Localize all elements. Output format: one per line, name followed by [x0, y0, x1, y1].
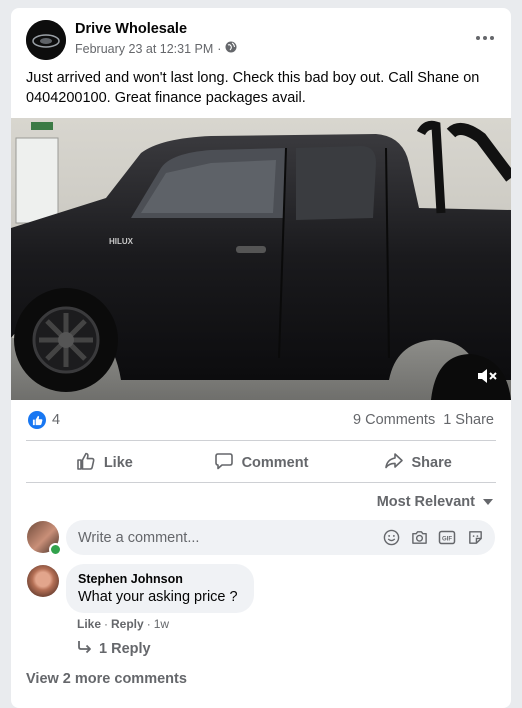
- engagement-counts: 9 Comments 1 Share: [353, 412, 494, 428]
- comment-composer: GIF: [66, 520, 495, 555]
- replies-count: 1 Reply: [99, 641, 151, 657]
- comment-sort-dropdown[interactable]: Most Relevant: [377, 494, 493, 510]
- sticker-icon[interactable]: [465, 528, 485, 548]
- page-avatar[interactable]: [26, 20, 66, 60]
- camera-icon[interactable]: [409, 528, 429, 548]
- gif-icon[interactable]: GIF: [437, 528, 457, 548]
- comment-text: What your asking price ?: [78, 589, 238, 605]
- caret-down-icon: [483, 499, 493, 505]
- page-name[interactable]: Drive Wholesale: [75, 21, 187, 37]
- comment-button[interactable]: Comment: [183, 446, 340, 480]
- comments-count[interactable]: 9 Comments: [353, 412, 435, 428]
- share-icon: [384, 451, 404, 475]
- post-card: Drive Wholesale February 23 at 12:31 PM …: [11, 8, 511, 708]
- comment-like-link[interactable]: Like: [77, 617, 101, 631]
- like-label: Like: [103, 455, 133, 471]
- globe-icon: [225, 41, 237, 56]
- post-timestamp[interactable]: February 23 at 12:31 PM: [75, 42, 213, 56]
- shares-count[interactable]: 1 Share: [443, 412, 494, 428]
- emoji-icon[interactable]: [381, 528, 401, 548]
- more-options-icon[interactable]: [473, 26, 497, 50]
- photo-badge: HILUX: [109, 237, 134, 246]
- comment-reply-link[interactable]: Reply: [111, 617, 144, 631]
- commenter-avatar[interactable]: [27, 565, 59, 597]
- post-text: Just arrived and won't last long. Check …: [26, 70, 480, 106]
- svg-text:GIF: GIF: [442, 537, 452, 543]
- like-button[interactable]: Like: [26, 446, 183, 480]
- comment-input[interactable]: [66, 529, 381, 546]
- like-reaction-icon: [28, 411, 46, 429]
- reaction-count: 4: [52, 412, 61, 428]
- thumbs-up-icon: [76, 451, 96, 475]
- divider: [26, 482, 496, 483]
- view-replies-link[interactable]: 1 Reply: [77, 640, 151, 658]
- reactions-summary[interactable]: 4: [28, 411, 60, 429]
- sort-label: Most Relevant: [376, 494, 475, 510]
- view-more-comments-link[interactable]: View 2 more comments: [26, 671, 187, 687]
- post-photo[interactable]: HILUX: [11, 118, 511, 400]
- comment-icon: [214, 451, 234, 475]
- composer-tools: GIF: [381, 528, 495, 548]
- reply-arrow-icon: [77, 640, 93, 658]
- online-status-indicator: [49, 543, 62, 556]
- comment-bubble: Stephen Johnson What your asking price ?: [66, 564, 254, 613]
- divider: [26, 440, 496, 441]
- comment-age[interactable]: 1w: [154, 617, 169, 631]
- comment-actions: Like · Reply · 1w: [77, 617, 170, 631]
- comment-label: Comment: [241, 455, 309, 471]
- share-label: Share: [411, 455, 452, 471]
- meta-separator: ·: [217, 41, 222, 56]
- post-meta: February 23 at 12:31 PM ·: [75, 41, 237, 56]
- comment-author[interactable]: Stephen Johnson: [78, 572, 242, 586]
- mute-icon[interactable]: [475, 364, 499, 388]
- post-actions: Like Comment Share: [26, 446, 496, 480]
- share-button[interactable]: Share: [339, 446, 496, 480]
